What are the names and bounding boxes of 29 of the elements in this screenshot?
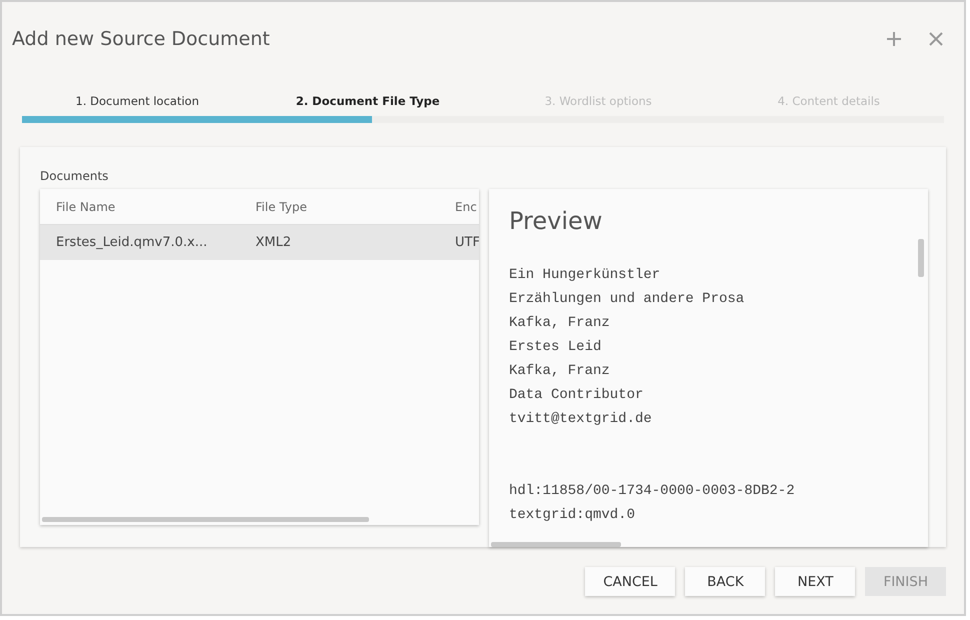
scrollbar[interactable] (42, 517, 369, 522)
window-title: Add new Source Document (12, 28, 270, 50)
preview-line: Erzählungen und andere Prosa (508, 290, 746, 309)
close-icon[interactable] (928, 31, 944, 47)
preview-line: textgrid:qmvd.0 (508, 506, 636, 525)
scrollbar[interactable] (490, 542, 621, 547)
preview-line: hdl:11858/00-1734-0000-0003-8DB2-2 (508, 482, 796, 501)
preview-line: Data Contributor (508, 386, 644, 405)
preview-line: Ein Hungerkünstler (508, 266, 662, 285)
wizard-step[interactable]: 1. Document location (22, 94, 252, 116)
preview-line: Kafka, Franz (508, 362, 611, 381)
section-label: Documents (40, 169, 110, 183)
add-icon[interactable] (886, 31, 902, 47)
table-cell-text: XML2 (256, 235, 292, 250)
preview-line: Kafka, Franz (508, 314, 611, 333)
preview-title: Preview (508, 207, 604, 235)
dialog-button[interactable]: CANCEL (585, 567, 676, 596)
table-cell: UTF (455, 235, 479, 250)
preview-line: Erstes Leid (508, 338, 602, 357)
preview-line: tvitt@textgrid.de (508, 410, 653, 429)
dialog-button[interactable]: NEXT (775, 567, 856, 596)
column-header[interactable]: Enc (455, 200, 479, 214)
dialog-button[interactable]: BACK (685, 567, 766, 596)
column-header[interactable]: File Type (256, 200, 455, 214)
table-row[interactable]: Erstes_Leid.qmv7.0.x... XML2 UTF (40, 225, 479, 260)
column-header[interactable]: File Name (40, 200, 256, 214)
wizard-step[interactable]: 2. Document File Type (252, 94, 483, 116)
scrollbar[interactable] (918, 239, 924, 277)
table-cell-text: Erstes_Leid.qmv7.0.x... (55, 235, 208, 250)
